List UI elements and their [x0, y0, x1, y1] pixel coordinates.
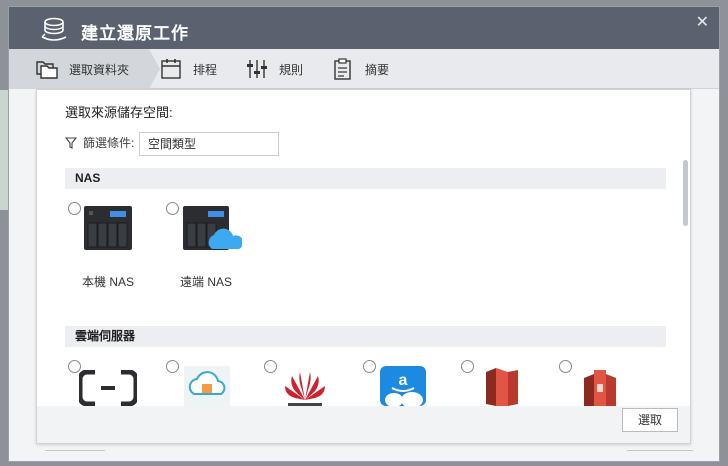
clipboard-icon — [334, 58, 351, 80]
amazon-glacier-icon[interactable] — [580, 366, 620, 406]
sliders-icon — [247, 60, 267, 78]
source-storage-panel: 選取來源儲存空間: 篩選條件: 空間類型 NAS 本機 NAS 遠端 NAS 雲… — [36, 89, 691, 444]
radio-amazon-s3[interactable] — [461, 360, 474, 373]
remote-nas-icon[interactable] — [182, 205, 242, 251]
svg-text:a: a — [399, 372, 408, 389]
radio-amazon-glacier[interactable] — [559, 360, 572, 373]
panel-footer: 選取 — [37, 406, 690, 443]
cloud-box-icon[interactable] — [184, 366, 230, 406]
radio-local-nas[interactable] — [68, 202, 81, 215]
folders-icon — [36, 61, 58, 79]
step-label: 規則 — [279, 62, 304, 77]
hidden-button-edge — [627, 447, 693, 451]
radio-cloud-box[interactable] — [166, 360, 179, 373]
huawei-icon[interactable] — [280, 366, 330, 406]
calendar-icon — [161, 59, 181, 79]
restore-db-icon — [41, 17, 67, 41]
hidden-button-edge — [45, 447, 105, 451]
filter-icon — [65, 136, 77, 149]
panel-scrollbar[interactable] — [683, 160, 688, 226]
background-strip — [0, 90, 8, 210]
amazon-s3-icon[interactable] — [482, 366, 522, 406]
step-schedule[interactable]: 排程 — [159, 49, 217, 89]
dialog-title: 建立還原工作 — [81, 24, 189, 43]
step-select-folder[interactable]: 選取資料夾 — [9, 49, 149, 89]
radio-huawei[interactable] — [264, 360, 277, 373]
step-label: 摘要 — [365, 62, 390, 77]
local-nas-label: 本機 NAS — [81, 275, 134, 289]
step-summary[interactable]: 摘要 — [331, 49, 389, 89]
wizard-steps: 選取資料夾 排程 規則 摘要 — [9, 49, 719, 89]
radio-remote-nas[interactable] — [166, 202, 179, 215]
radio-amazon-drive[interactable] — [363, 360, 376, 373]
remote-nas-label: 遠端 NAS — [179, 275, 232, 289]
alibaba-cloud-icon[interactable] — [79, 370, 137, 406]
step-label: 排程 — [193, 62, 218, 77]
select-button[interactable]: 選取 — [622, 408, 678, 432]
local-nas-icon[interactable] — [83, 205, 133, 251]
titlebar: 建立還原工作 ✕ — [9, 7, 719, 49]
filter-label: 篩選條件: — [65, 134, 134, 151]
amazon-drive-icon[interactable]: a — [380, 366, 426, 406]
filter-input[interactable]: 空間類型 — [139, 132, 279, 156]
restore-job-dialog: 建立還原工作 ✕ 選取資料夾 排程 規則 摘要 選取來源儲存空間: 篩選條件: … — [8, 6, 720, 462]
section-nas: NAS — [65, 168, 666, 189]
section-cloud: 雲端伺服器 — [65, 326, 666, 347]
close-button[interactable]: ✕ — [696, 12, 709, 32]
panel-heading: 選取來源儲存空間: — [65, 105, 173, 120]
step-rules[interactable]: 規則 — [245, 49, 303, 89]
filter-label-text: 篩選條件: — [83, 136, 135, 150]
step-label: 選取資料夾 — [69, 62, 130, 77]
